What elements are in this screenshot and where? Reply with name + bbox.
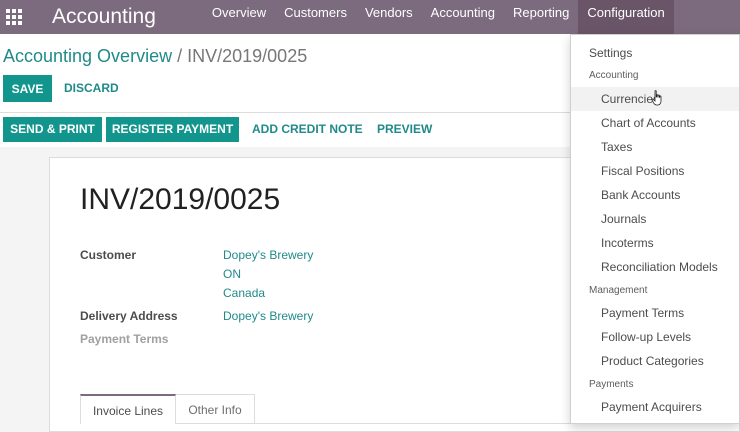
breadcrumb-parent[interactable]: Accounting Overview [3, 46, 172, 66]
discard-button[interactable]: DISCARD [64, 75, 119, 102]
invoice-title: INV/2019/0025 [80, 183, 281, 216]
menu-item-fiscal-positions[interactable]: Fiscal Positions [571, 159, 739, 183]
apps-menu-icon[interactable] [2, 0, 26, 34]
menu-customers[interactable]: Customers [275, 0, 356, 34]
menu-item-settings[interactable]: Settings [571, 41, 739, 65]
customer-country[interactable]: Canada [223, 286, 265, 300]
menu-reporting[interactable]: Reporting [504, 0, 578, 34]
menu-overview[interactable]: Overview [203, 0, 275, 34]
menu-item-journals[interactable]: Journals [571, 207, 739, 231]
menu-item-product-categories[interactable]: Product Categories [571, 349, 739, 373]
app-title: Accounting [52, 5, 156, 28]
menu-item-incoterms[interactable]: Incoterms [571, 231, 739, 255]
menu-item-payment-acquirers[interactable]: Payment Acquirers [571, 395, 739, 419]
menu-item-bank-accounts[interactable]: Bank Accounts [571, 183, 739, 207]
delivery-address-label: Delivery Address [80, 309, 178, 323]
customer-state[interactable]: ON [223, 267, 241, 281]
customer-name-link[interactable]: Dopey's Brewery [223, 248, 313, 262]
grid-icon [6, 9, 22, 25]
menu-item-payment-terms[interactable]: Payment Terms [571, 301, 739, 325]
section-header-payments: Payments [589, 379, 634, 390]
tab-invoice-lines[interactable]: Invoice Lines [80, 394, 176, 424]
hand-cursor-icon [651, 90, 662, 106]
add-credit-note-button[interactable]: ADD CREDIT NOTE [252, 117, 363, 142]
menu-accounting[interactable]: Accounting [422, 0, 504, 34]
delivery-address-link[interactable]: Dopey's Brewery [223, 309, 313, 323]
send-print-button[interactable]: SEND & PRINT [3, 117, 102, 142]
customer-label: Customer [80, 248, 137, 262]
save-button[interactable]: SAVE [3, 75, 52, 102]
breadcrumb-current: INV/2019/0025 [187, 46, 308, 66]
main-menu: Overview Customers Vendors Accounting Re… [203, 0, 674, 34]
menu-item-reconciliation-models[interactable]: Reconciliation Models [571, 255, 739, 279]
menu-item-follow-up-levels[interactable]: Follow-up Levels [571, 325, 739, 349]
breadcrumb: Accounting Overview / INV/2019/0025 [3, 46, 307, 67]
section-header-accounting: Accounting [589, 70, 639, 81]
menu-vendors[interactable]: Vendors [356, 0, 422, 34]
menu-item-chart-of-accounts[interactable]: Chart of Accounts [571, 111, 739, 135]
preview-button[interactable]: PREVIEW [377, 117, 432, 142]
menu-configuration[interactable]: Configuration [578, 0, 674, 34]
menu-item-taxes[interactable]: Taxes [571, 135, 739, 159]
section-header-management: Management [589, 285, 648, 296]
breadcrumb-separator: / [177, 46, 183, 66]
tab-other-info[interactable]: Other Info [176, 394, 255, 424]
payment-terms-label: Payment Terms [80, 332, 169, 346]
register-payment-button[interactable]: REGISTER PAYMENT [106, 117, 239, 142]
top-navbar: Accounting Overview Customers Vendors Ac… [0, 0, 740, 34]
